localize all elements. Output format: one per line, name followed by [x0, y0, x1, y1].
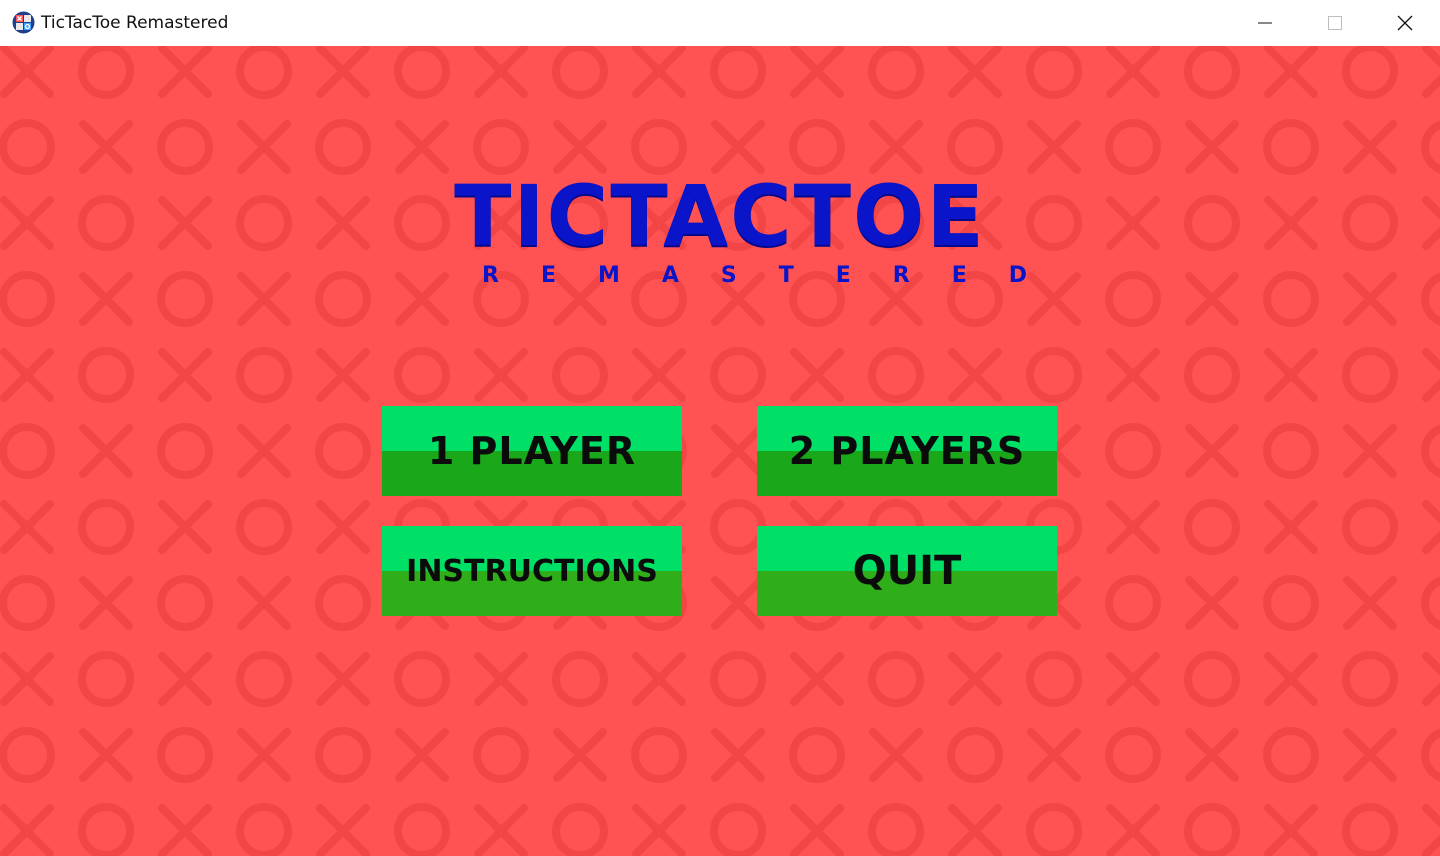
instructions-button[interactable]: INSTRUCTIONS [382, 526, 682, 616]
minimize-button[interactable] [1230, 0, 1300, 46]
logo-subtitle: REMASTERED [482, 263, 1069, 288]
quit-label: QUIT [852, 548, 962, 594]
one-player-button[interactable]: 1 PLAYER [382, 406, 682, 496]
maximize-icon [1328, 16, 1342, 30]
app-icon [12, 11, 35, 34]
app-window: TicTacToe Remastered TICTACTOE REMASTERE… [0, 0, 1440, 856]
one-player-label: 1 PLAYER [427, 429, 637, 473]
game-screen: TICTACTOE REMASTERED 1 PLAYER 2 PLAYERS … [0, 46, 1440, 856]
two-players-button[interactable]: 2 PLAYERS [757, 406, 1057, 496]
instructions-label: INSTRUCTIONS [406, 553, 658, 589]
maximize-button[interactable] [1300, 0, 1370, 46]
logo-title: TICTACTOE [454, 167, 986, 265]
close-button[interactable] [1370, 0, 1440, 46]
close-icon [1397, 15, 1413, 31]
window-title: TicTacToe Remastered [41, 13, 229, 33]
quit-button[interactable]: QUIT [757, 526, 1057, 616]
minimize-icon [1258, 16, 1272, 30]
two-players-label: 2 PLAYERS [788, 429, 1026, 473]
game-logo: TICTACTOE REMASTERED [440, 166, 1069, 296]
title-bar: TicTacToe Remastered [0, 0, 1440, 46]
